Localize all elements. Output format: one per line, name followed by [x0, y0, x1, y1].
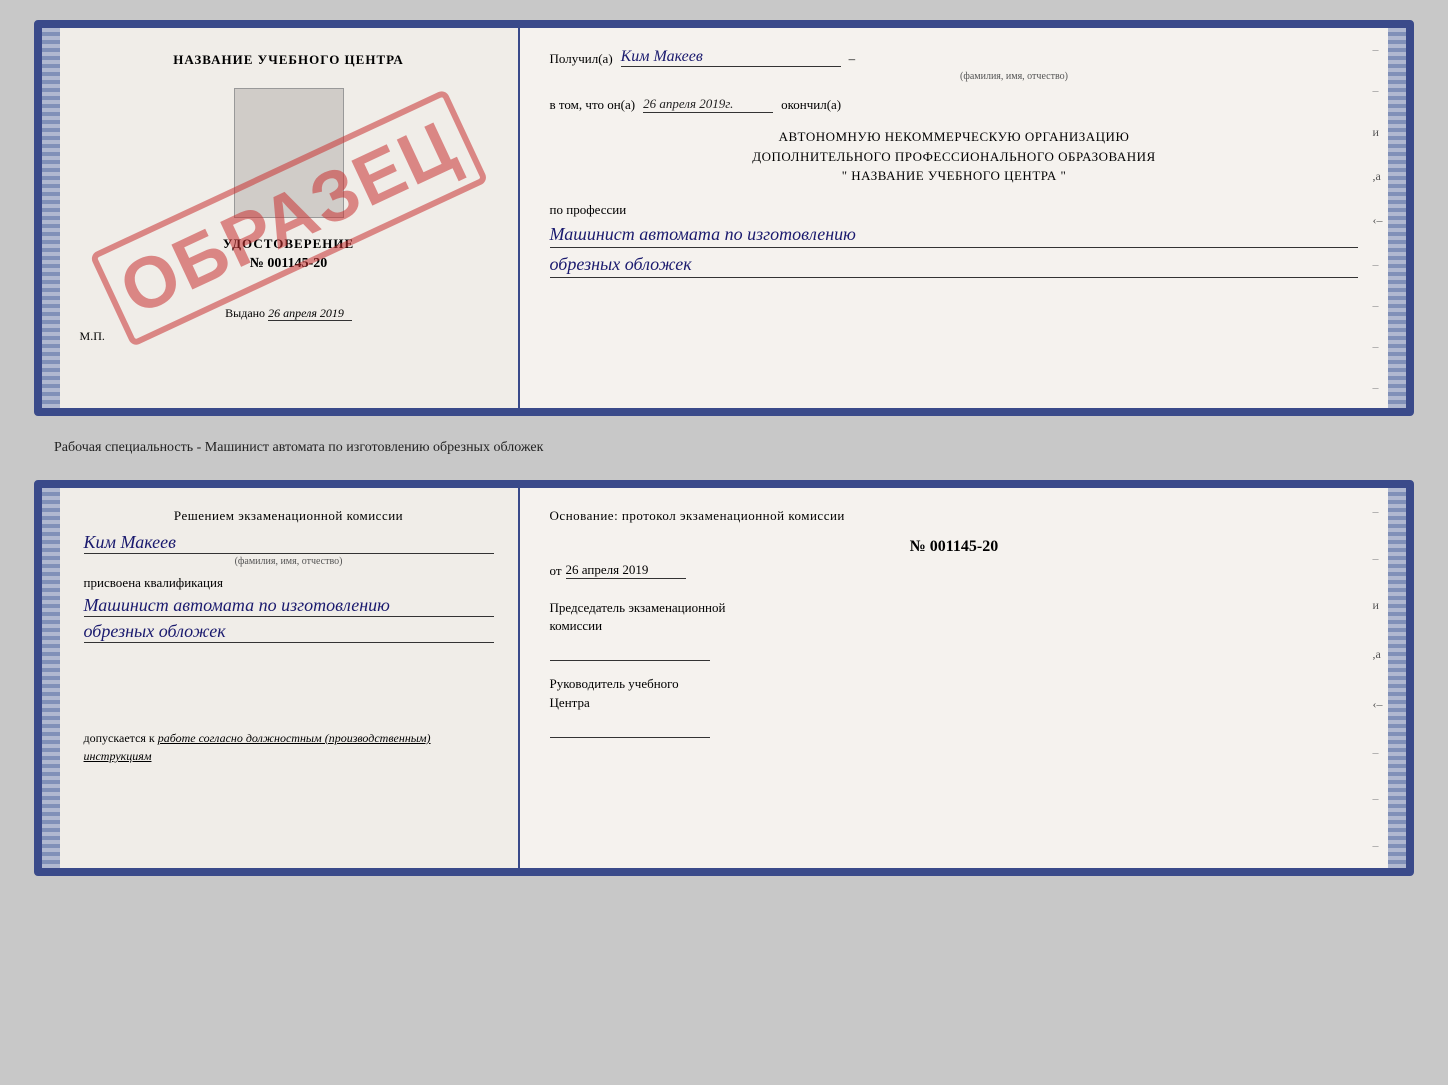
rukovod-label1: Руководитель учебного [550, 675, 1359, 693]
rukovod-label2: Центра [550, 694, 1359, 712]
school-name-top: НАЗВАНИЕ УЧЕБНОГО ЦЕНТРА [173, 52, 404, 68]
rukovod-block: Руководитель учебного Центра [550, 675, 1359, 737]
komissia-name: Ким Макеев [84, 532, 494, 554]
vydano-prefix: Выдано [225, 306, 265, 320]
prisvoena-label: присвоена квалификация [84, 575, 494, 591]
recipient-dash: – [849, 51, 856, 67]
profession-block: по профессии Машинист автомата по изгото… [550, 202, 1359, 278]
top-right-panel: Получил(а) Ким Макеев – (фамилия, имя, о… [520, 28, 1389, 408]
right-binding [1388, 28, 1406, 408]
profession-line2: обрезных обложек [550, 252, 1359, 278]
dopusk-prefix: допускается к [84, 731, 155, 745]
chairman-block: Председатель экзаменационной комиссии [550, 599, 1359, 661]
bottom-right-panel: Основание: протокол экзаменационной коми… [520, 488, 1389, 868]
chairman-sign-line [550, 639, 710, 661]
ot-date: 26 апреля 2019 [566, 562, 686, 579]
dopuskaetsya-text: допускается к работе согласно должностны… [84, 729, 494, 765]
vtom-label: в том, что он(а) [550, 97, 636, 113]
left-binding [42, 28, 60, 408]
okoncil-label: окончил(а) [781, 97, 841, 113]
fio-hint-bottom: (фамилия, имя, отчество) [84, 556, 494, 567]
recipient-line: Получил(а) Ким Макеев – [550, 48, 1359, 67]
bottom-left-binding [42, 488, 60, 868]
chairman-label1: Председатель экзаменационной [550, 599, 1359, 617]
doc-number-top: № 001145-20 [250, 256, 327, 272]
vtom-date: 26 апреля 2019г. [643, 96, 773, 113]
top-left-panel: НАЗВАНИЕ УЧЕБНОГО ЦЕНТРА ОБРАЗЕЦ УДОСТОВ… [60, 28, 520, 408]
right-side-dashes: – – и ,а ‹– – – – – [1372, 28, 1382, 408]
bottom-right-binding [1388, 488, 1406, 868]
org-line2: ДОПОЛНИТЕЛЬНОГО ПРОФЕССИОНАЛЬНОГО ОБРАЗО… [550, 147, 1359, 167]
mp-label: М.П. [80, 329, 105, 344]
profession-line1: Машинист автомата по изготовлению [550, 222, 1359, 248]
ot-label: от [550, 563, 562, 579]
vydano-date: 26 апреля 2019 [268, 306, 352, 321]
bottom-left-panel: Решением экзаменационной комиссии Ким Ма… [60, 488, 520, 868]
udostoverenie-label: УДОСТОВЕРЕНИЕ [223, 236, 354, 252]
kvalif-line1: Машинист автомата по изготовлению [84, 595, 494, 617]
photo-placeholder [234, 88, 344, 218]
resheniem-label: Решением экзаменационной комиссии [174, 508, 403, 524]
top-document-card: НАЗВАНИЕ УЧЕБНОГО ЦЕНТРА ОБРАЗЕЦ УДОСТОВ… [34, 20, 1414, 416]
bottom-right-side-dashes: – – и ,а ‹– – – – [1372, 488, 1382, 868]
separator-text: Рабочая специальность - Машинист автомат… [34, 434, 1414, 462]
org-block: АВТОНОМНУЮ НЕКОММЕРЧЕСКУЮ ОРГАНИЗАЦИЮ ДО… [550, 127, 1359, 186]
vydano-line: Выдано 26 апреля 2019 [225, 306, 352, 321]
recipient-name: Ким Макеев [621, 48, 841, 67]
protocol-date: от 26 апреля 2019 [550, 562, 1359, 579]
profession-label: по профессии [550, 202, 1359, 218]
org-line3: " НАЗВАНИЕ УЧЕБНОГО ЦЕНТРА " [550, 166, 1359, 186]
osnovanie-label: Основание: протокол экзаменационной коми… [550, 508, 1359, 524]
rukovod-sign-line [550, 716, 710, 738]
bottom-document-card: Решением экзаменационной комиссии Ким Ма… [34, 480, 1414, 876]
org-line1: АВТОНОМНУЮ НЕКОММЕРЧЕСКУЮ ОРГАНИЗАЦИЮ [550, 127, 1359, 147]
fio-hint-top: (фамилия, имя, отчество) [670, 71, 1359, 82]
chairman-label2: комиссии [550, 617, 1359, 635]
poluchil-label: Получил(а) [550, 51, 613, 67]
protocol-number: № 001145-20 [550, 538, 1359, 556]
vtom-line: в том, что он(а) 26 апреля 2019г. окончи… [550, 96, 1359, 113]
kvalif-line2: обрезных обложек [84, 621, 494, 643]
resheniem-block: Решением экзаменационной комиссии [174, 508, 403, 524]
